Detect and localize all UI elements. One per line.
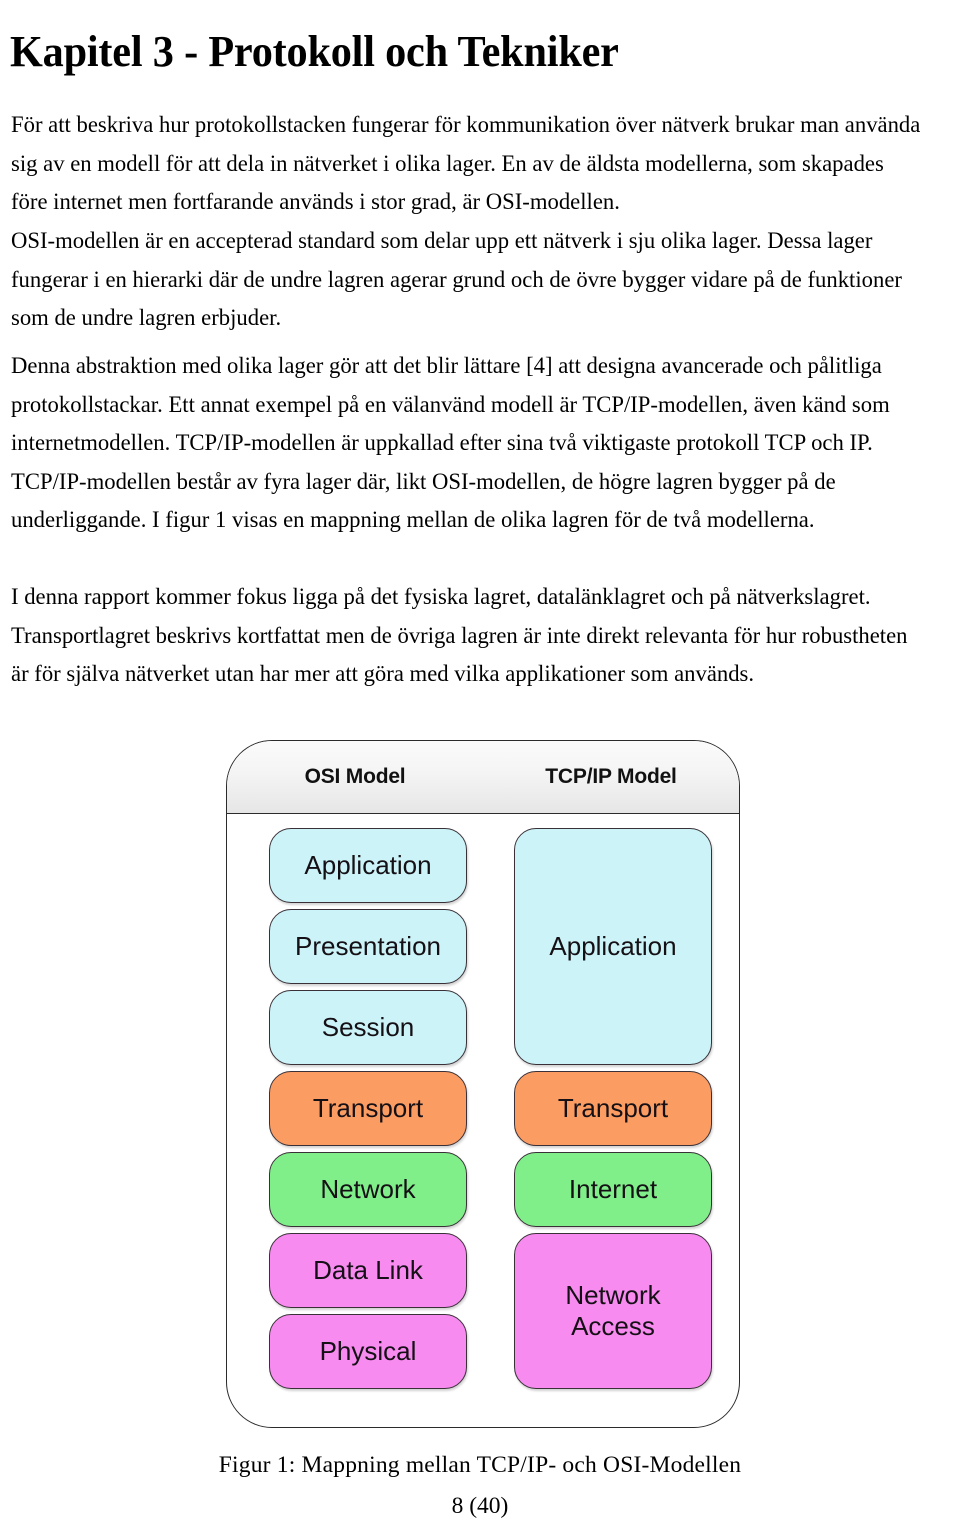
osi-layer-data-link: Data Link bbox=[269, 1233, 467, 1308]
paragraph-4: I denna rapport kommer fokus ligga på de… bbox=[11, 578, 923, 694]
osi-layer-physical: Physical bbox=[269, 1314, 467, 1389]
column-header-tcpip: TCP/IP Model bbox=[545, 765, 677, 788]
osi-layer-presentation: Presentation bbox=[269, 909, 467, 984]
figure-osi-tcpip-mapping: OSI Model TCP/IP Model Application Presen… bbox=[226, 740, 740, 1428]
figure-outer-frame: OSI Model TCP/IP Model Application Presen… bbox=[226, 740, 740, 1428]
osi-layer-label: Physical bbox=[319, 1336, 417, 1366]
paragraph-1: För att beskriva hur protokollstacken fu… bbox=[11, 106, 923, 222]
osi-layer-application: Application bbox=[269, 828, 467, 903]
tcpip-layer-transport: Transport bbox=[514, 1071, 712, 1146]
osi-layer-label: Data Link bbox=[313, 1255, 423, 1285]
page-title: Kapitel 3 - Protokoll och Tekniker bbox=[10, 27, 619, 77]
tcpip-layer-label: Internet bbox=[568, 1174, 658, 1204]
osi-layer-label: Presentation bbox=[295, 931, 441, 961]
osi-layer-session: Session bbox=[269, 990, 467, 1065]
tcpip-layer-application: Application bbox=[514, 828, 712, 1065]
osi-layer-label: Network bbox=[320, 1174, 416, 1204]
figure-header-row: OSI Model TCP/IP Model bbox=[227, 741, 739, 814]
column-header-osi: OSI Model bbox=[304, 765, 406, 788]
tcpip-layer-label: Network Access bbox=[565, 1280, 661, 1341]
osi-layer-label: Transport bbox=[312, 1093, 424, 1123]
paragraph-2-text: OSI-modellen är en accepterad standard s… bbox=[11, 228, 902, 331]
figure-caption: Figur 1: Mappning mellan TCP/IP- och OSI… bbox=[218, 1452, 742, 1478]
tcpip-layer-label: Application bbox=[549, 931, 677, 961]
paragraph-1-text: För att beskriva hur protokollstacken fu… bbox=[11, 112, 921, 215]
tcpip-layer-stack: Application Transport Internet Network Acce… bbox=[514, 828, 712, 1395]
tcpip-layer-internet: Internet bbox=[514, 1152, 712, 1227]
tcpip-layer-label: Transport bbox=[557, 1093, 669, 1123]
tcpip-layer-network-access: Network Access bbox=[514, 1233, 712, 1389]
figure-body: Application Presentation Session Transport N… bbox=[227, 814, 739, 1427]
osi-layer-transport: Transport bbox=[269, 1071, 467, 1146]
osi-layer-stack: Application Presentation Session Transport N… bbox=[269, 828, 467, 1395]
page-number: 8 (40) bbox=[451, 1493, 509, 1519]
document-page: Kapitel 3 - Protokoll och Tekniker För a… bbox=[0, 0, 960, 1534]
paragraph-3: Denna abstraktion med olika lager gör at… bbox=[11, 347, 923, 540]
paragraph-3-text: Denna abstraktion med olika lager gör at… bbox=[11, 353, 890, 533]
osi-layer-label: Session bbox=[321, 1012, 415, 1042]
paragraph-2: OSI-modellen är en accepterad standard s… bbox=[11, 222, 923, 338]
paragraph-4-text: I denna rapport kommer fokus ligga på de… bbox=[11, 584, 908, 687]
osi-layer-label: Application bbox=[304, 850, 432, 880]
osi-layer-network: Network bbox=[269, 1152, 467, 1227]
